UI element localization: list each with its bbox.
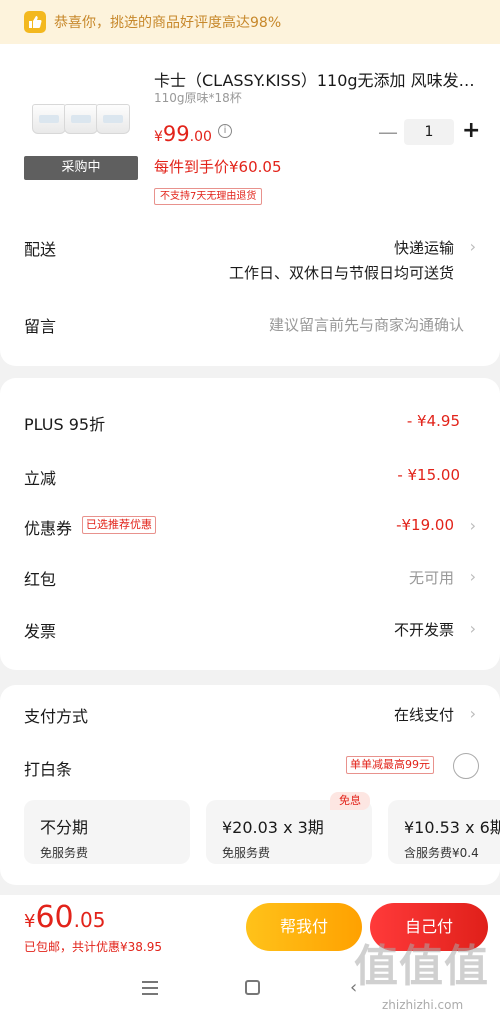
red-packet-value[interactable]: 无可用	[409, 567, 454, 588]
chevron-right-icon[interactable]: ›	[470, 619, 476, 638]
instant-discount-label: 立减	[24, 469, 57, 488]
plus-discount-label: PLUS 95折	[24, 415, 106, 434]
help-pay-button[interactable]: 帮我付	[246, 903, 362, 951]
watermark-url: zhizhizhi.com	[382, 998, 464, 1012]
return-policy-badge: 不支持7天无理由退货	[154, 188, 263, 205]
product-title[interactable]: 卡士（CLASSY.KISS）110g无添加 风味发酵乳	[154, 67, 484, 91]
red-packet-label: 红包	[24, 570, 57, 589]
message-input[interactable]: 建议留言前先与商家沟通确认	[269, 314, 464, 335]
hand-price: 每件到手价¥60.05	[154, 158, 282, 176]
menu-icon[interactable]	[142, 981, 158, 995]
payment-method-value[interactable]: 在线支付	[394, 704, 454, 725]
order-summary: 已包邮，共计优惠¥38.95	[24, 940, 162, 954]
info-icon[interactable]: i	[218, 124, 232, 138]
praise-banner: 恭喜你，挑选的商品好评度高达98%	[0, 0, 500, 44]
quantity-input[interactable]: 1	[404, 119, 454, 145]
interest-free-badge: 免息	[330, 792, 370, 810]
banner-text: 恭喜你，挑选的商品好评度高达98%	[54, 15, 282, 31]
coupon-recommend-tag: 已选推荐优惠	[82, 516, 156, 534]
buying-status-label: 采购中	[24, 156, 138, 180]
plus-discount-value: - ¥4.95	[406, 412, 460, 430]
installment-option[interactable]: ¥10.53 x 6期 含服务费¥0.4	[388, 800, 500, 864]
installment-fee: 含服务费¥0.4	[404, 846, 479, 860]
installment-option[interactable]: 不分期 免服务费	[24, 800, 190, 864]
watermark-logo: 值值值	[354, 941, 489, 992]
price-decimal: .00	[189, 129, 212, 145]
total-symbol: ¥	[24, 911, 36, 932]
cup-image	[64, 104, 98, 134]
instant-discount-value: - ¥15.00	[397, 466, 460, 484]
chevron-right-icon[interactable]: ›	[470, 516, 476, 535]
payment-method-label: 支付方式	[24, 707, 89, 726]
baitiao-promo-tag: 单单减最高99元	[346, 756, 434, 774]
baitiao-label: 打白条	[24, 760, 73, 779]
delivery-method[interactable]: 快递运输	[394, 237, 454, 258]
chevron-right-icon[interactable]: ›	[470, 567, 476, 586]
product-price: ¥ 99 .00	[154, 122, 212, 146]
message-label: 留言	[24, 317, 57, 336]
chevron-right-icon[interactable]: ›	[470, 237, 476, 256]
order-total: ¥ 60 .05	[24, 900, 105, 935]
coupon-label: 优惠券	[24, 519, 73, 538]
price-symbol: ¥	[154, 129, 163, 145]
total-decimal: .05	[73, 908, 106, 932]
installment-main: 不分期	[40, 818, 89, 837]
total-integer: 60	[35, 900, 74, 935]
thumbs-up-icon	[24, 11, 46, 33]
installment-fee: 免服务费	[222, 846, 271, 860]
invoice-label: 发票	[24, 622, 57, 641]
cup-image	[32, 104, 66, 134]
installment-fee: 免服务费	[40, 846, 89, 860]
chevron-right-icon[interactable]: ›	[470, 704, 476, 723]
price-integer: 99	[162, 122, 190, 146]
baitiao-radio[interactable]	[453, 753, 479, 779]
site-watermark: 值值值 zhizhizhi.com	[350, 930, 496, 1016]
delivery-label: 配送	[24, 240, 57, 259]
product-image[interactable]	[24, 54, 138, 154]
cup-image	[96, 104, 130, 134]
decrease-quantity-button[interactable]: —	[378, 122, 398, 142]
product-spec: 110g原味*18杯	[154, 91, 242, 105]
home-icon[interactable]	[245, 980, 260, 995]
coupon-value[interactable]: -¥19.00	[396, 516, 454, 534]
increase-quantity-button[interactable]: +	[462, 118, 480, 144]
installment-main: ¥10.53 x 6期	[404, 818, 500, 837]
installment-main: ¥20.03 x 3期	[222, 818, 324, 837]
invoice-value[interactable]: 不开发票	[394, 619, 454, 640]
delivery-note: 工作日、双休日与节假日均可送货	[228, 264, 454, 282]
